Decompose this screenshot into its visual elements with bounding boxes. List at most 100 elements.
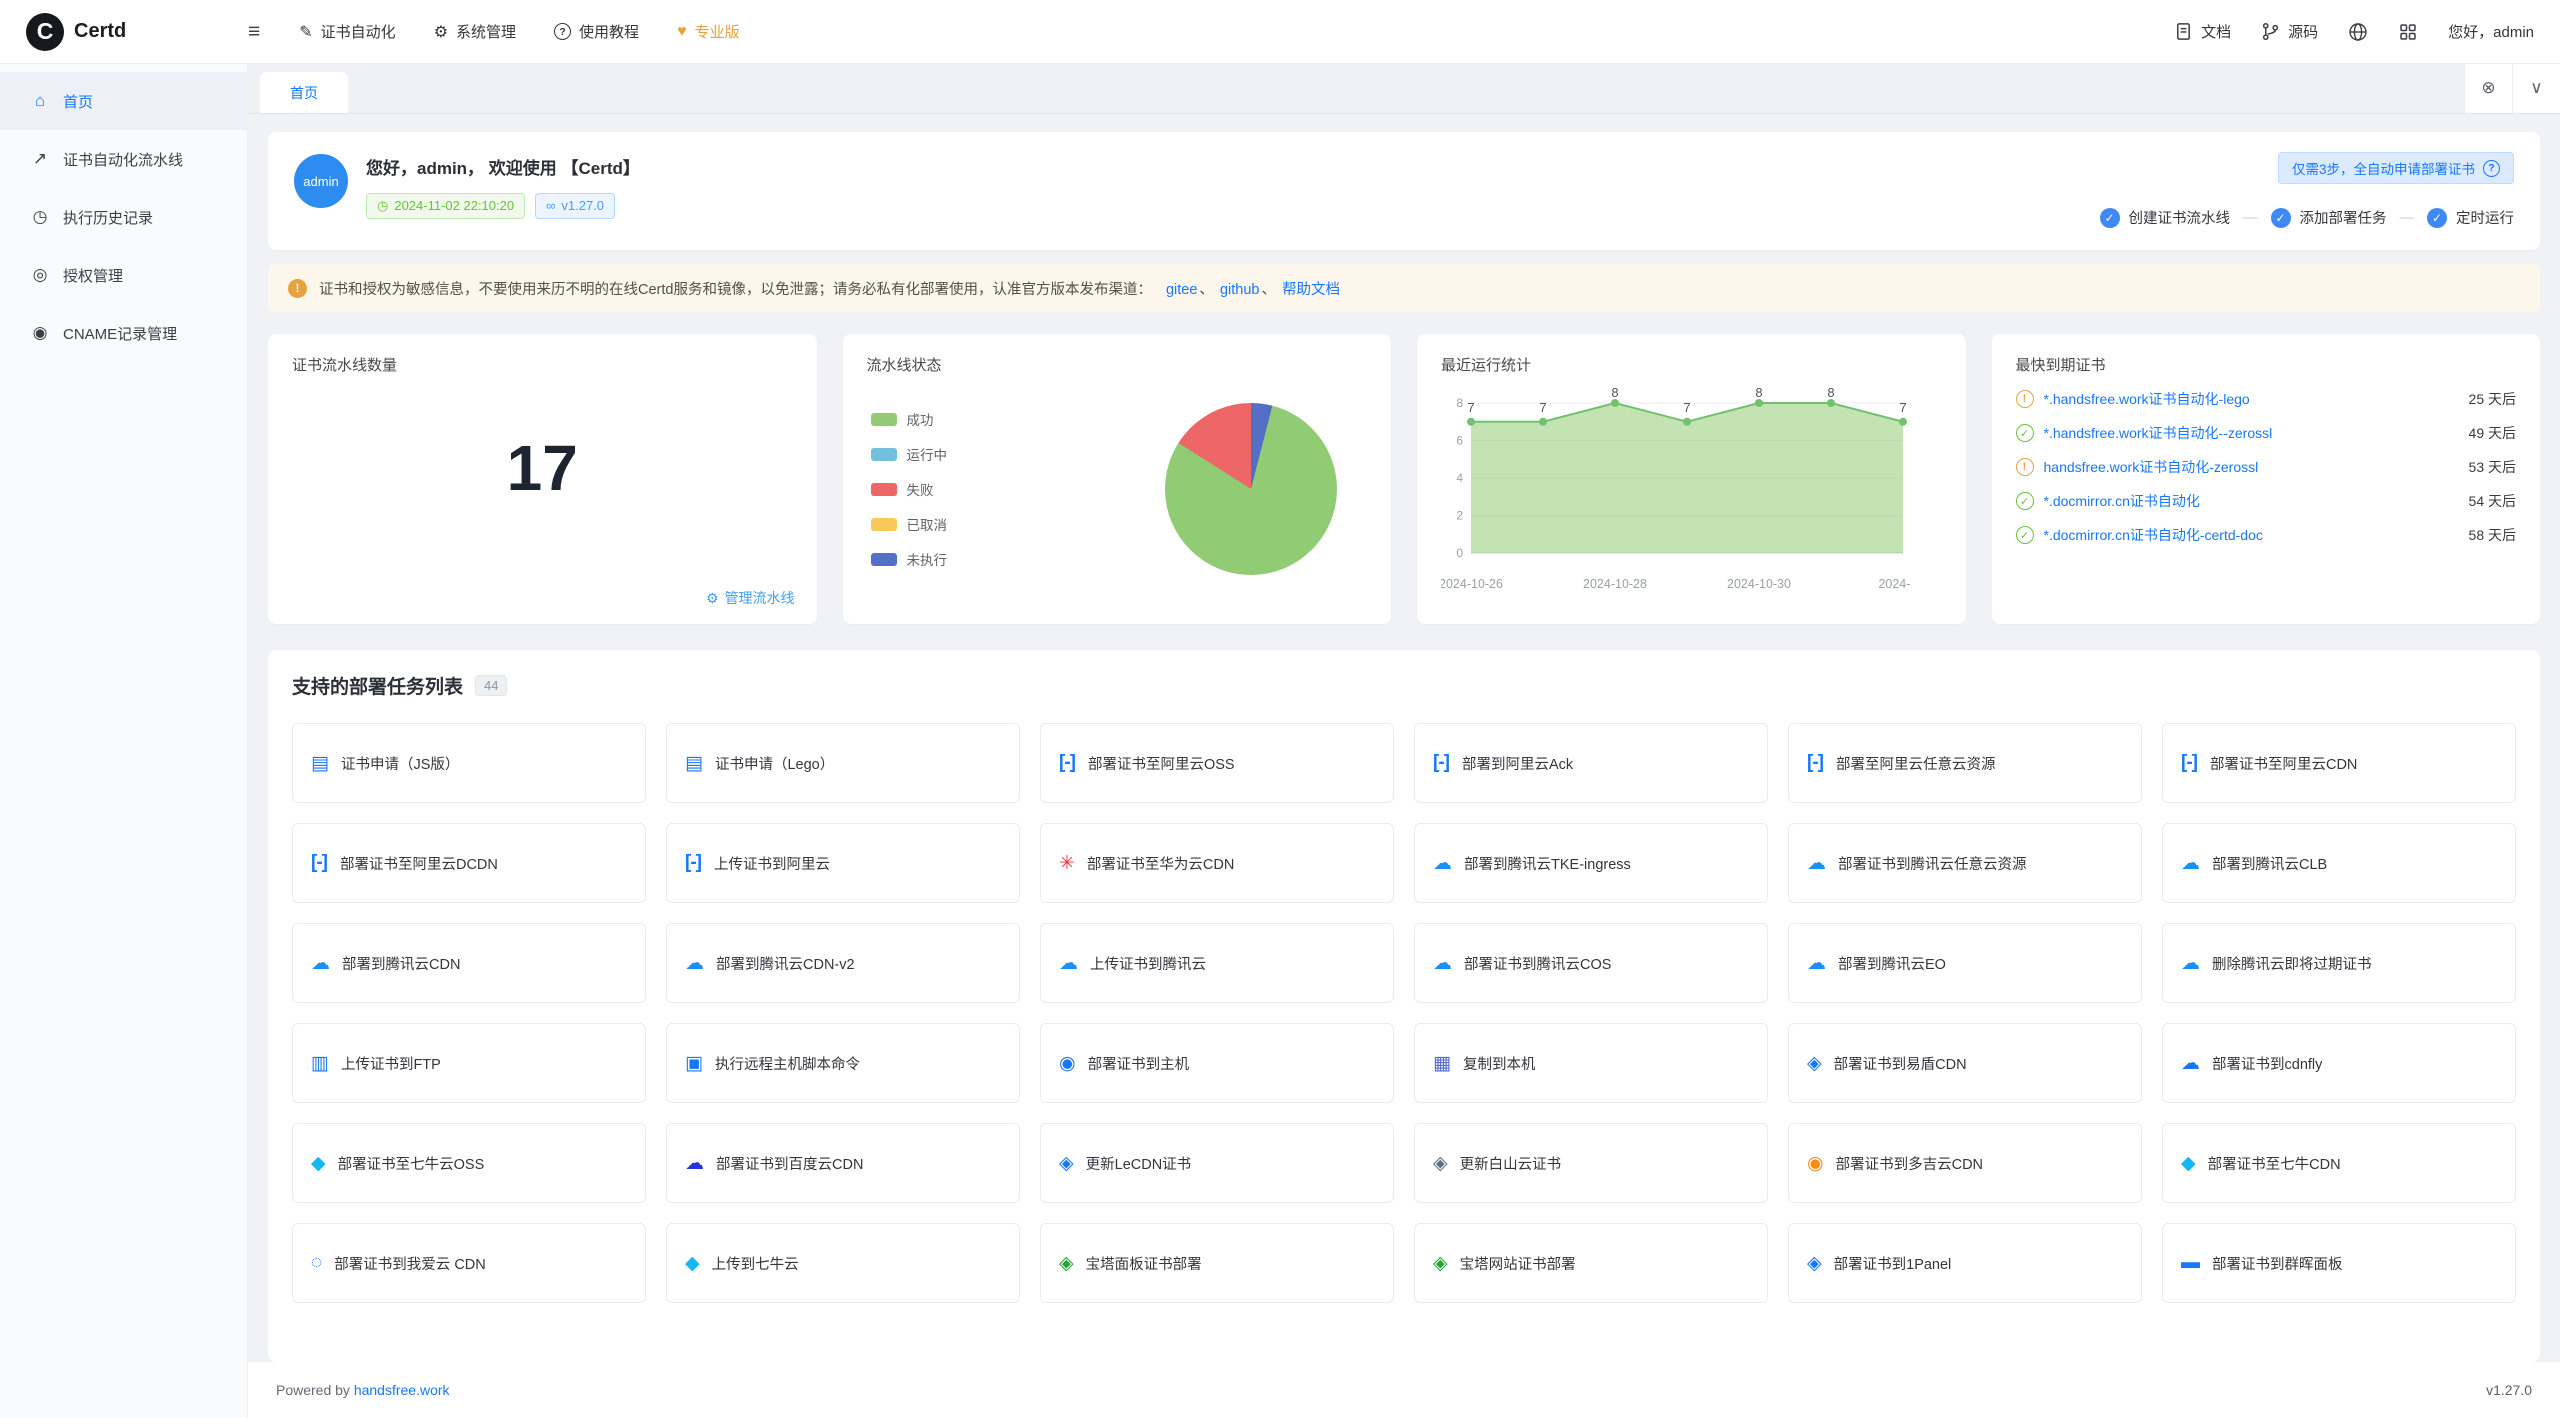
task-card[interactable]: ◆ 上传到七牛云 [666,1223,1020,1303]
task-card[interactable]: ◆ 部署证书至七牛云OSS [292,1123,646,1203]
quickstart-promo-button[interactable]: 仅需3步，全自动申请部署证书 ? [2278,152,2514,184]
task-provider-icon: [-] [1433,752,1449,774]
recent-runs-area-chart: 8 6 4 2 0 7787887 2024-10-26 2024-10-28 … [1441,383,1911,595]
task-card[interactable]: ☁ 部署到腾讯云CDN [292,923,646,1003]
tab-options-dropdown[interactable]: ∨ [2512,63,2560,113]
sidebar-item-home[interactable]: ⌂ 首页 [0,72,247,130]
tab-home[interactable]: 首页 [260,72,348,113]
sidebar-item-cname-records[interactable]: ◉ CNAME记录管理 [0,304,247,362]
info-circle-icon: ? [2483,160,2500,177]
task-card[interactable]: ☁ 部署证书到cdnfly [2162,1023,2516,1103]
task-provider-icon: [-] [1807,752,1823,774]
promo-text: 仅需3步，全自动申请部署证书 [2292,158,2475,178]
task-card[interactable]: ◈ 宝塔面板证书部署 [1040,1223,1394,1303]
task-label: 部署至阿里云任意云资源 [1836,753,1996,774]
nav-label: 证书自动化 [321,21,396,42]
task-card[interactable]: ◈ 部署证书到1Panel [1788,1223,2142,1303]
close-tabs-button[interactable]: ⊗ [2464,63,2512,113]
avatar[interactable]: admin [294,154,348,208]
notice-links: gitee、 github、 帮助文档 [1164,278,1342,299]
status-circle-icon: ! [2016,390,2034,408]
task-card[interactable]: ▤ 证书申请（Lego） [666,723,1020,803]
manage-pipelines-link[interactable]: ⚙ 管理流水线 [706,588,795,608]
task-card[interactable]: ☁ 部署到腾讯云TKE-ingress [1414,823,1768,903]
notice-link[interactable]: github [1220,282,1260,298]
cert-name-link[interactable]: *.docmirror.cn证书自动化-certd-doc [2044,525,2459,545]
task-card[interactable]: [-] 部署证书至阿里云OSS [1040,723,1394,803]
sidebar-item-label: 执行历史记录 [63,207,153,228]
nav-item-tutorial[interactable]: ? 使用教程 [535,0,658,64]
task-card[interactable]: ☁ 部署到腾讯云CLB [2162,823,2516,903]
task-card[interactable]: ▣ 执行远程主机脚本命令 [666,1023,1020,1103]
task-label: 部署证书至七牛云OSS [338,1153,485,1174]
task-card[interactable]: ✳ 部署证书至华为云CDN [1040,823,1394,903]
task-card[interactable]: ☁ 部署到腾讯云CDN-v2 [666,923,1020,1003]
task-card[interactable]: ◌ 部署证书到我爱云 CDN [292,1223,646,1303]
sidebar-item-pipelines[interactable]: ↗ 证书自动化流水线 [0,130,247,188]
task-card[interactable]: ◆ 部署证书至七牛CDN [2162,1123,2516,1203]
docs-link[interactable]: 文档 [2174,21,2231,42]
task-card[interactable]: ☁ 部署到腾讯云EO [1788,923,2142,1003]
task-card[interactable]: [-] 部署证书至阿里云DCDN [292,823,646,903]
nav-item-pro-edition[interactable]: ♥ 专业版 [658,0,759,64]
days-remaining: 25 天后 [2469,389,2516,409]
notice-link[interactable]: 帮助文档 [1282,282,1340,298]
cert-name-link[interactable]: *.docmirror.cn证书自动化 [2044,491,2459,511]
step-scheduled-run: ✓ 定时运行 [2427,207,2514,228]
task-card[interactable]: ◉ 部署证书到主机 [1040,1023,1394,1103]
task-provider-icon: ◆ [685,1252,699,1275]
quickstart-steps: ✓ 创建证书流水线 — ✓ 添加部署任务 — ✓ 定时运行 [2100,207,2515,228]
task-card[interactable]: ◈ 部署证书到易盾CDN [1788,1023,2142,1103]
nav-item-cert-automation[interactable]: ✎ 证书自动化 [280,0,414,64]
source-code-link[interactable]: 源码 [2261,21,2318,42]
notice-link[interactable]: gitee [1166,282,1197,298]
task-label: 部署到腾讯云CDN [342,953,460,974]
task-card[interactable]: ◈ 更新白山云证书 [1414,1123,1768,1203]
task-label: 上传证书到FTP [341,1053,441,1074]
step-label: 创建证书流水线 [2129,207,2231,228]
days-remaining: 49 天后 [2469,423,2516,443]
task-card[interactable]: [-] 上传证书到阿里云 [666,823,1020,903]
tasks-title: 支持的部署任务列表 [292,672,463,699]
version-badge[interactable]: ∞ v1.27.0 [535,193,615,219]
expiring-certs-list: ! *.handsfree.work证书自动化-lego 25 天后 ✓ *.h… [2016,389,2517,545]
pipeline-status-pie-chart [1165,403,1337,575]
task-card[interactable]: ▤ 证书申请（JS版） [292,723,646,803]
task-card[interactable]: ☁ 部署证书到腾讯云任意云资源 [1788,823,2142,903]
task-card[interactable]: ☁ 部署证书到腾讯云COS [1414,923,1768,1003]
task-label: 更新LeCDN证书 [1086,1153,1192,1174]
task-card[interactable]: ☁ 上传证书到腾讯云 [1040,923,1394,1003]
cert-name-link[interactable]: *.handsfree.work证书自动化--zerossl [2044,423,2459,443]
task-card[interactable]: ◈ 更新LeCDN证书 [1040,1123,1394,1203]
task-card[interactable]: [-] 部署证书至阿里云CDN [2162,723,2516,803]
task-provider-icon: ✳ [1059,852,1074,875]
sidebar-item-licenses[interactable]: ◎ 授权管理 [0,246,247,304]
layout-grid-icon[interactable] [2398,22,2418,42]
task-card[interactable]: ◉ 部署证书到多吉云CDN [1788,1123,2142,1203]
task-card[interactable]: ☁ 删除腾讯云即将过期证书 [2162,923,2516,1003]
language-globe-icon[interactable] [2348,22,2368,42]
security-notice-banner: ! 证书和授权为敏感信息，不要使用来历不明的在线Certd服务和镜像，以免泄露；… [268,264,2540,312]
task-label: 部署证书到主机 [1088,1053,1190,1074]
task-card[interactable]: ▥ 上传证书到FTP [292,1023,646,1103]
pipeline-count-card: 证书流水线数量 17 ⚙ 管理流水线 [268,334,817,624]
task-card[interactable]: ▦ 复制到本机 [1414,1023,1768,1103]
step-add-task: ✓ 添加部署任务 [2271,207,2387,228]
gear-icon: ⚙ [434,22,448,42]
task-card[interactable]: ☁ 部署证书到百度云CDN [666,1123,1020,1203]
legend-label: 失败 [907,479,934,499]
task-card[interactable]: [-] 部署至阿里云任意云资源 [1788,723,2142,803]
task-card[interactable]: [-] 部署到阿里云Ack [1414,723,1768,803]
sidebar-item-history[interactable]: ◷ 执行历史记录 [0,188,247,246]
user-greeting[interactable]: 您好，admin [2448,21,2534,42]
svg-text:8: 8 [1755,385,1762,400]
cert-name-link[interactable]: *.handsfree.work证书自动化-lego [2044,389,2459,409]
sidebar-collapse-icon[interactable]: ≡ [248,20,260,44]
task-provider-icon: ☁ [311,952,329,975]
legend-swatch [871,518,897,531]
task-card[interactable]: ◈ 宝塔网站证书部署 [1414,1223,1768,1303]
task-card[interactable]: ▬ 部署证书到群晖面板 [2162,1223,2516,1303]
nav-item-system-management[interactable]: ⚙ 系统管理 [415,0,535,64]
handsfree-link[interactable]: handsfree.work [354,1382,450,1398]
cert-name-link[interactable]: handsfree.work证书自动化-zerossl [2044,457,2459,477]
